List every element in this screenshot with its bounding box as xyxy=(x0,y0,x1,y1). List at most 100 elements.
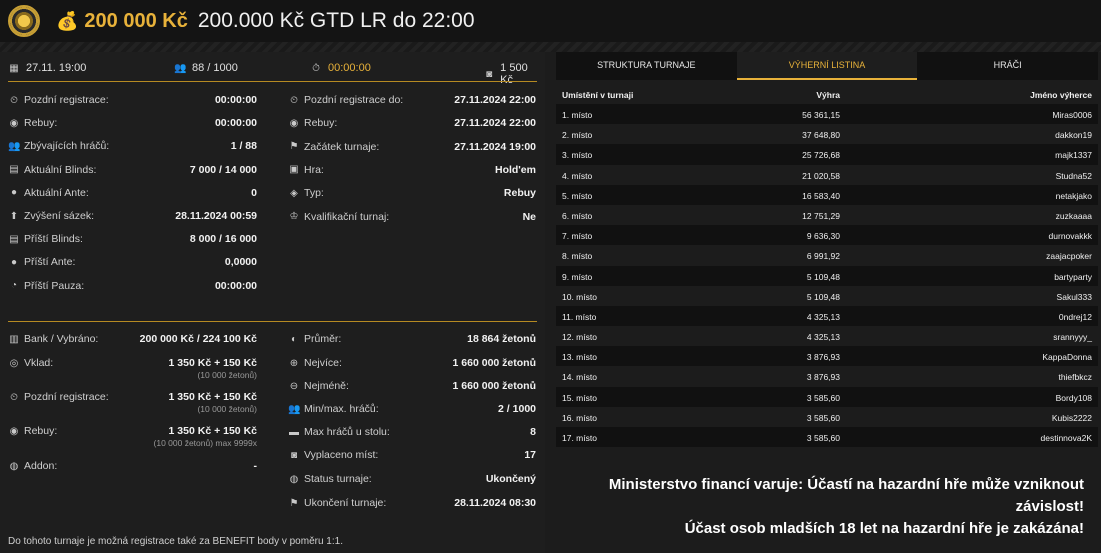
info-label: Začátek turnaje: xyxy=(304,140,380,153)
info-value: Ne xyxy=(522,210,536,223)
table-row: 15. místo 3 585,60 Bordy108 xyxy=(556,386,1098,407)
prize-cell: 3 585,60 xyxy=(806,412,840,423)
info-label: Rebuy: xyxy=(24,425,58,437)
info-label: Kvalifikační turnaj: xyxy=(304,210,390,223)
prize-cell: 3 876,93 xyxy=(806,372,840,383)
info-row: ⏲ Pozdní registrace: 00:00:00 xyxy=(8,92,257,108)
pause-icon: ◔ xyxy=(10,280,18,292)
info-row: 👥 Min/max. hráčů: 2 / 1000 xyxy=(288,401,536,417)
results-tabs: STRUKTURA TURNAJE VÝHERNÍ LISTINA HRÁČI xyxy=(556,52,1098,80)
winner-cell: Miras0006 xyxy=(1052,110,1092,120)
info-row: ⏲ Pozdní registrace do: 27.11.2024 22:00 xyxy=(288,92,536,108)
minus-icon: ⊖ xyxy=(289,380,299,392)
info-row: ◍ Status turnaje: Ukončený xyxy=(288,471,536,487)
deposit-icon: ◎ xyxy=(9,357,19,369)
tab-payout-list[interactable]: VÝHERNÍ LISTINA xyxy=(736,52,918,80)
table-row: 10. místo 5 109,48 Sakul333 xyxy=(556,285,1098,306)
info-value: 0,0000 xyxy=(224,256,257,269)
tag-icon: ◈ xyxy=(290,187,298,199)
prize-cell: 3 876,93 xyxy=(806,352,840,363)
winner-cell: majk1337 xyxy=(1055,150,1092,161)
prize-cell: 5 109,48 xyxy=(806,291,840,302)
info-value: Rebuy xyxy=(503,187,536,200)
tab-structure[interactable]: STRUKTURA TURNAJE xyxy=(556,52,737,80)
info-value: Ukončený xyxy=(485,473,536,485)
payout-table: Umístění v turnaji Výhra Jméno výherce 1… xyxy=(556,86,1098,448)
users-icon: 👥 xyxy=(174,62,187,74)
info-row: ◉ Rebuy: 27.11.2024 22:00 xyxy=(288,115,536,131)
info-label: Aktuální Blinds: xyxy=(24,163,97,176)
info-row: ▣ Hra: Hold'em xyxy=(288,162,536,178)
info-label: Nejméně: xyxy=(304,380,349,392)
info-row: ● Příští Ante: 0,0000 xyxy=(8,254,257,270)
addon-icon: ◍ xyxy=(9,460,19,472)
info-label: Max hráčů u stolu: xyxy=(304,426,390,438)
rebuy-icon: ◉ xyxy=(9,425,19,437)
info-subnote: (10 000 žetonů) max 9999x xyxy=(153,438,257,448)
info-value: 200 000 Kč / 224 100 Kč xyxy=(139,333,257,345)
flag-icon: ⚑ xyxy=(289,497,299,509)
winner-cell: dakkon19 xyxy=(1055,130,1092,141)
prize-cell: 56 361,15 xyxy=(802,110,840,120)
info-subnote: (10 000 žetonů) xyxy=(197,370,257,380)
calendar-icon: ▦ xyxy=(9,62,19,74)
winner-cell: zuzkaaaa xyxy=(1055,210,1092,221)
info-label: Min/max. hráčů: xyxy=(304,403,379,415)
table-icon: ▬ xyxy=(289,426,299,438)
prize-cell: 3 585,60 xyxy=(806,392,840,403)
prize-cell: 3 585,60 xyxy=(806,433,840,443)
info-value: 00:00:00 xyxy=(214,117,257,130)
place-cell: 15. místo xyxy=(562,392,597,403)
winner-cell: destinnova2K xyxy=(1040,433,1092,443)
blinds-icon: ▤ xyxy=(9,233,19,245)
info-label: Zbývajících hráčů: xyxy=(24,140,110,153)
info-label: Rebuy: xyxy=(304,117,338,130)
info-row: ◈ Typ: Rebuy xyxy=(288,185,536,201)
info-row: ♔ Kvalifikační turnaj: Ne xyxy=(288,209,536,225)
info-label: Vklad: xyxy=(24,357,54,369)
info-value: 1 660 000 žetonů xyxy=(452,357,536,369)
plus-icon: ⊕ xyxy=(289,357,299,369)
winner-cell: Studna52 xyxy=(1055,170,1092,181)
info-label: Příští Blinds: xyxy=(24,233,83,246)
winner-cell: KappaDonna xyxy=(1042,352,1092,363)
ante-icon: ● xyxy=(10,256,18,268)
prize-cell: 21 020,58 xyxy=(802,170,840,181)
info-value: 27.11.2024 22:00 xyxy=(454,117,536,130)
place-cell: 13. místo xyxy=(562,352,597,363)
place-cell: 11. místo xyxy=(562,311,597,322)
winner-cell: 0ndrej12 xyxy=(1058,311,1092,322)
table-row: 17. místo 3 585,60 destinnova2K xyxy=(556,427,1098,448)
table-row: 11. místo 4 325,13 0ndrej12 xyxy=(556,305,1098,327)
place-cell: 7. místo xyxy=(562,231,593,242)
info-row: ▥ Bank / Vybráno: 200 000 Kč / 224 100 Kč xyxy=(8,331,257,347)
users-icon: 👥 xyxy=(8,140,21,152)
table-row: 2. místo 37 648,80 dakkon19 xyxy=(556,124,1098,145)
table-row: 6. místo 12 751,29 zuzkaaaa xyxy=(556,204,1098,226)
casino-logo-icon xyxy=(8,5,40,37)
winner-cell: zaajacpoker xyxy=(1046,251,1092,262)
info-label: Průměr: xyxy=(304,333,342,345)
info-row: ⊕ Nejvíce: 1 660 000 žetonů xyxy=(288,355,536,371)
rebuy-icon: ◉ xyxy=(9,117,19,129)
table-row: 9. místo 5 109,48 bartyparty xyxy=(556,265,1098,286)
divider xyxy=(8,81,537,82)
info-row: 👥 Zbývajících hráčů: 1 / 88 xyxy=(8,138,257,154)
info-row: ◔ Příští Pauza: 00:00:00 xyxy=(8,278,257,294)
info-subnote: (10 000 žetonů) xyxy=(197,404,257,414)
buyin: ◙ 1 500 Kč xyxy=(484,62,537,86)
place-cell: 3. místo xyxy=(562,150,593,161)
start-date: ▦ 27.11. 19:00 xyxy=(9,62,87,74)
info-value: 8 000 / 16 000 xyxy=(189,233,257,246)
prize-cell: 9 636,30 xyxy=(806,231,840,242)
tab-players[interactable]: HRÁČI xyxy=(917,52,1098,80)
info-row: ◙ Vyplaceno míst: 17 xyxy=(288,447,536,463)
info-value: 17 xyxy=(524,449,536,461)
info-label: Pozdní registrace: xyxy=(24,391,109,403)
info-row: ◉ Rebuy: 1 350 Kč + 150 Kč xyxy=(8,423,257,439)
summary-bar: ▦ 27.11. 19:00 👥 88 / 1000 ⏱ 00:00:00 ◙ … xyxy=(8,58,537,86)
info-row: ▤ Příští Blinds: 8 000 / 16 000 xyxy=(8,231,257,247)
rebuy-icon: ◉ xyxy=(289,117,299,129)
prize-cell: 4 325,13 xyxy=(806,332,840,343)
info-label: Příští Ante: xyxy=(24,256,76,269)
